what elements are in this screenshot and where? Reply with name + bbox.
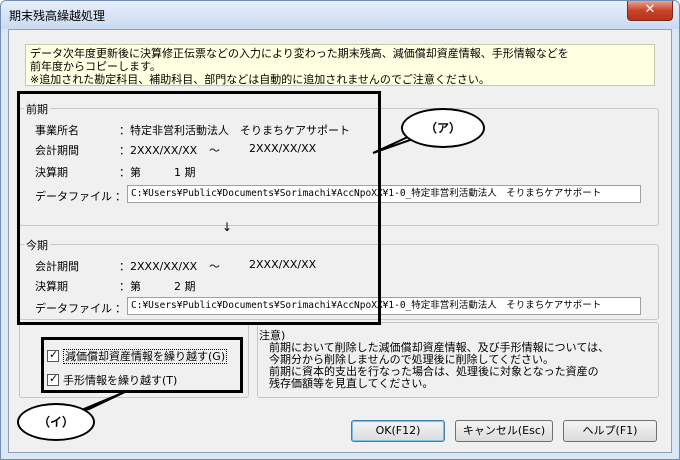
caution-text: 注意) 前期において削除した減価償却資産情報、及び手形情報については、 今期分か… — [259, 330, 609, 390]
dialog-window: 期末残高繰越処理 ✕ データ次年度更新後に決算修正伝票などの入力により変わった期… — [0, 0, 680, 460]
close-icon: ✕ — [644, 2, 656, 17]
info-notice: データ次年度更新後に決算修正伝票などの入力により変わった期末残高、減価償却資産情… — [25, 44, 655, 86]
notice-line-3: ※追加された勘定科目、補助科目、部門などは自動的に追加されませんのでご注意くださ… — [30, 73, 490, 86]
callout-a-bubble: （ア） — [401, 108, 485, 148]
callout-b-box — [41, 337, 243, 393]
cancel-button[interactable]: キャンセル(Esc) — [455, 420, 553, 442]
callout-b-label: （イ） — [37, 415, 74, 429]
title-bar: 期末残高繰越処理 ✕ — [1, 1, 679, 29]
caution-line-4: 残存価額等を見直してください。 — [269, 377, 434, 390]
help-button[interactable]: ヘルプ(F1) — [563, 420, 657, 442]
ok-button[interactable]: OK(F12) — [351, 420, 445, 442]
window-title: 期末残高繰越処理 — [9, 9, 106, 23]
callout-a-box — [17, 91, 381, 325]
callout-a-label: （ア） — [424, 121, 461, 135]
notice-line-2: 前年度からコピーします。 — [30, 60, 161, 73]
notice-line-1: データ次年度更新後に決算修正伝票などの入力により変わった期末残高、減価償却資産情… — [30, 47, 569, 60]
close-button[interactable]: ✕ — [627, 1, 673, 21]
callout-b-bubble: （イ） — [17, 403, 95, 441]
